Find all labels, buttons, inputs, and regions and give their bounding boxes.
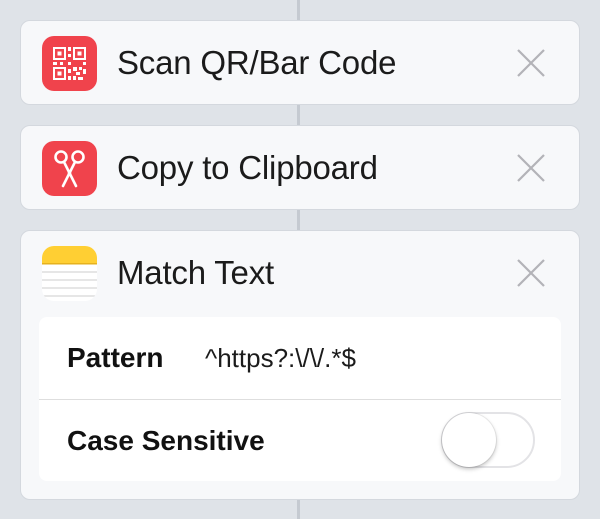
action-card-scan-qr[interactable]: Scan QR/Bar Code xyxy=(20,20,580,105)
action-card-copy-clipboard[interactable]: Copy to Clipboard xyxy=(20,125,580,210)
workflow-connector-bottom xyxy=(297,499,300,519)
workflow-connector-top xyxy=(297,0,300,22)
scissors-icon xyxy=(42,141,97,196)
case-sensitive-toggle[interactable] xyxy=(441,412,535,468)
case-sensitive-label: Case Sensitive xyxy=(67,425,265,456)
action-title: Match Text xyxy=(117,254,274,291)
pattern-label: Pattern xyxy=(67,342,164,373)
case-sensitive-row: Case Sensitive xyxy=(39,399,561,481)
toggle-knob xyxy=(442,413,496,467)
close-icon[interactable] xyxy=(515,152,547,184)
parameters-panel: Pattern ^https?:\/\/.*$ Case Sensitive xyxy=(39,317,561,481)
action-header: Match Text xyxy=(21,231,579,315)
notes-icon xyxy=(42,246,97,301)
action-card-match-text[interactable]: Match Text Pattern ^https?:\/\/.*$ Case … xyxy=(20,230,580,500)
action-title: Scan QR/Bar Code xyxy=(117,44,397,81)
qr-code-icon xyxy=(42,36,97,91)
workflow-connector xyxy=(297,209,300,231)
action-header: Copy to Clipboard xyxy=(21,126,579,210)
pattern-row[interactable]: Pattern ^https?:\/\/.*$ xyxy=(39,317,561,399)
close-icon[interactable] xyxy=(515,47,547,79)
close-icon[interactable] xyxy=(515,257,547,289)
action-header: Scan QR/Bar Code xyxy=(21,21,579,105)
pattern-field[interactable]: ^https?:\/\/.*$ xyxy=(205,317,356,399)
action-title: Copy to Clipboard xyxy=(117,149,378,186)
workflow-connector xyxy=(297,104,300,126)
